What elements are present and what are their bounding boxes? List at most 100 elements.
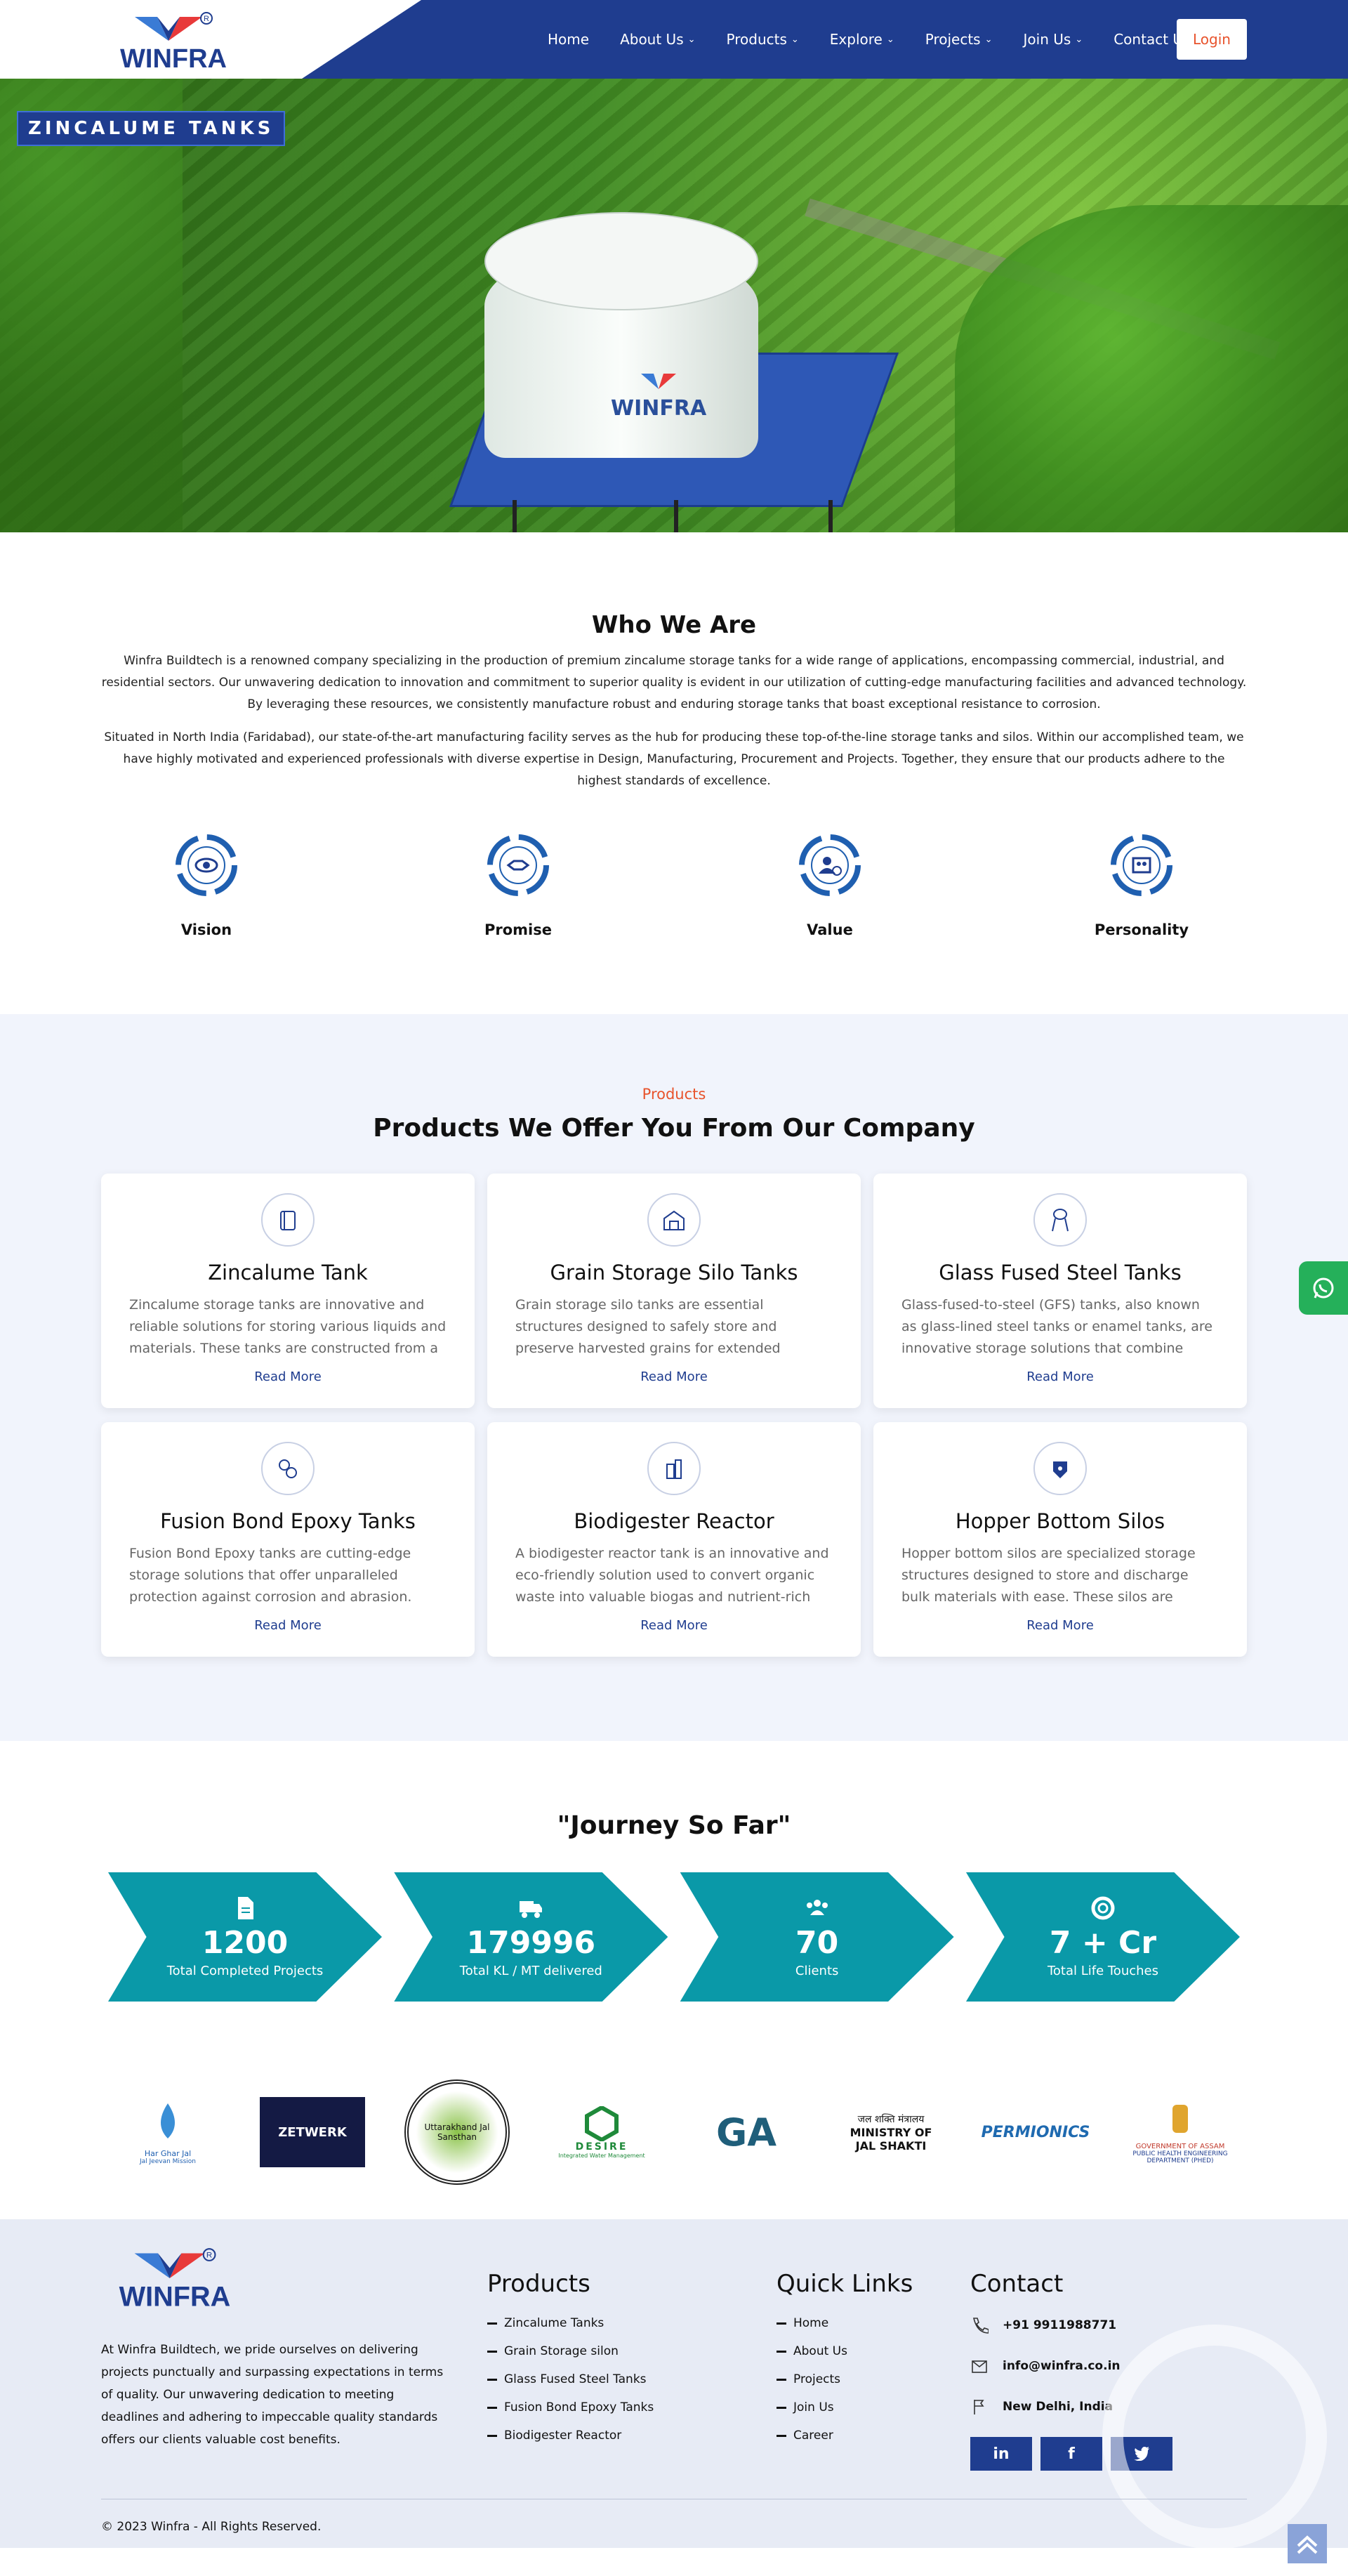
nav-explore[interactable]: Explore ⌄	[830, 31, 894, 48]
stat-projects: 1200 Total Completed Projects	[108, 1872, 382, 2002]
footer-product-link[interactable]: Fusion Bond Epoxy Tanks	[487, 2400, 777, 2414]
read-more-link[interactable]: Read More	[254, 1369, 322, 1384]
facebook-icon[interactable]: f	[1040, 2437, 1102, 2471]
water-tower-icon	[1033, 1193, 1087, 1247]
stat-value: 70	[795, 1925, 839, 1961]
hero-trees-right	[955, 205, 1348, 532]
product-card: Zincalume Tank Zincalume storage tanks a…	[101, 1174, 475, 1408]
value-label: Personality	[1094, 921, 1189, 938]
site-footer: R WINFRA At Winfra Buildtech, we pride o…	[0, 2219, 1348, 2548]
contact-location-text: New Delhi, India	[1003, 2400, 1114, 2414]
product-title: Fusion Bond Epoxy Tanks	[160, 1509, 416, 1533]
footer-product-link[interactable]: Glass Fused Steel Tanks	[487, 2372, 777, 2386]
contact-phone-text: +91 9911988771	[1003, 2318, 1117, 2332]
value-value: Value	[725, 833, 935, 938]
hero-tank-image: WINFRA	[435, 212, 899, 532]
chevron-down-icon: ⌄	[1075, 34, 1083, 45]
winfra-logo[interactable]: R WINFRA	[114, 10, 233, 74]
nav-home[interactable]: Home	[548, 31, 589, 48]
contact-phone[interactable]: +91 9911988771	[970, 2316, 1172, 2334]
contact-email-text: info@winfra.co.in	[1003, 2359, 1121, 2373]
product-card: Glass Fused Steel Tanks Glass-fused-to-s…	[873, 1174, 1247, 1408]
stat-label: Total KL / MT delivered	[459, 1964, 602, 1978]
read-more-link[interactable]: Read More	[640, 1618, 708, 1633]
double-chevron-up-icon	[1297, 2535, 1318, 2554]
login-button[interactable]: Login	[1177, 19, 1247, 60]
hopper-icon	[1033, 1442, 1087, 1495]
platform-leg	[828, 500, 833, 532]
product-description: A biodigester reactor tank is an innovat…	[515, 1546, 829, 1605]
read-more-link[interactable]: Read More	[640, 1369, 708, 1384]
who-title: Who We Are	[591, 611, 757, 639]
tank-logo: WINFRA	[611, 374, 706, 421]
client-name: जल शक्ति मंत्रालय	[857, 2113, 925, 2125]
client-logo-permionics: PERMIONICS	[981, 2079, 1090, 2185]
footer-products: Products Zincalume Tanks Grain Storage s…	[487, 2246, 777, 2471]
client-logo-ga: GA	[694, 2079, 799, 2185]
stat-label: Clients	[795, 1964, 839, 1978]
platform-leg	[513, 500, 517, 532]
who-paragraph: Situated in North India (Faridabad), our…	[104, 730, 1244, 788]
nav-about-label: About Us	[620, 31, 684, 48]
product-description: Hopper bottom silos are specialized stor…	[901, 1546, 1196, 1605]
stat-life-touches: 7 + Cr Total Life Touches	[965, 1872, 1240, 2002]
product-card: Hopper Bottom Silos Hopper bottom silos …	[873, 1422, 1247, 1657]
location-flag-icon	[974, 2400, 984, 2414]
nav-products[interactable]: Products ⌄	[727, 31, 799, 48]
footer-quick-link[interactable]: Join Us	[777, 2400, 970, 2414]
nav-join-us[interactable]: Join Us ⌄	[1024, 31, 1083, 48]
nav-products-label: Products	[726, 31, 787, 48]
client-name: DESIRE	[575, 2141, 628, 2153]
user-value-icon	[799, 834, 861, 896]
copyright-text: © 2023 Winfra - All Rights Reserved.	[101, 2520, 322, 2534]
linkedin-icon[interactable]: in	[970, 2437, 1032, 2471]
svg-text:WINFRA: WINFRA	[120, 44, 227, 73]
footer-quick-link[interactable]: About Us	[777, 2344, 970, 2358]
chevron-down-icon: ⌄	[984, 34, 993, 45]
client-name: PERMIONICS	[981, 2123, 1090, 2141]
client-sub: Integrated Water Management	[558, 2152, 645, 2159]
products-title: Products We Offer You From Our Company	[373, 1114, 975, 1143]
read-more-link[interactable]: Read More	[1026, 1618, 1094, 1633]
footer-quick-link[interactable]: Projects	[777, 2372, 970, 2386]
product-card: Grain Storage Silo Tanks Grain storage s…	[487, 1174, 861, 1408]
client-name: GOVERNMENT OF ASSAM	[1135, 2142, 1225, 2150]
nav-about-us[interactable]: About Us ⌄	[620, 31, 695, 48]
team-icon	[1111, 834, 1172, 896]
read-more-link[interactable]: Read More	[254, 1618, 322, 1633]
chevron-down-icon: ⌄	[886, 34, 894, 45]
footer-quick-link[interactable]: Home	[777, 2316, 970, 2330]
value-label: Promise	[484, 921, 552, 938]
read-more-link[interactable]: Read More	[1026, 1369, 1094, 1384]
stat-label: Total Life Touches	[1047, 1964, 1158, 1978]
product-card: Fusion Bond Epoxy Tanks Fusion Bond Epox…	[101, 1422, 475, 1657]
client-logo-zetwerk: ZETWERK	[260, 2079, 365, 2185]
stat-clients: 70 Clients	[680, 1872, 954, 2002]
products-kicker: Products	[642, 1086, 706, 1103]
silo-icon	[647, 1193, 701, 1247]
gears-icon	[261, 1442, 315, 1495]
value-vision: Vision	[101, 833, 312, 938]
value-promise: Promise	[413, 833, 623, 938]
whatsapp-icon	[1313, 1277, 1334, 1299]
email-icon	[972, 2360, 987, 2373]
footer-product-link[interactable]: Grain Storage silon	[487, 2344, 777, 2358]
footer-product-link[interactable]: Zincalume Tanks	[487, 2316, 777, 2330]
stat-value: 7 + Cr	[1049, 1925, 1157, 1961]
client-name: Har Ghar Jal	[144, 2148, 192, 2158]
winfra-logo-mark	[641, 374, 677, 389]
hero-trees-left	[0, 79, 183, 532]
whatsapp-button[interactable]	[1299, 1261, 1348, 1315]
footer-columns: R WINFRA At Winfra Buildtech, we pride o…	[101, 2246, 1247, 2471]
main-nav: Home About Us ⌄ Products ⌄ Explore ⌄ Projec…	[548, 0, 1190, 79]
winfra-logo[interactable]: R WINFRA	[111, 2246, 239, 2313]
scroll-to-top-button[interactable]	[1288, 2524, 1327, 2563]
footer-product-link[interactable]: Biodigester Reactor	[487, 2429, 777, 2443]
nav-join-label: Join Us	[1023, 31, 1071, 48]
client-name: GA	[715, 2110, 777, 2155]
nav-projects[interactable]: Projects ⌄	[925, 31, 993, 48]
footer-quick-link[interactable]: Career	[777, 2429, 970, 2443]
product-title: Grain Storage Silo Tanks	[550, 1261, 798, 1284]
value-label: Value	[807, 921, 853, 938]
product-description: Grain storage silo tanks are essential s…	[515, 1297, 781, 1356]
